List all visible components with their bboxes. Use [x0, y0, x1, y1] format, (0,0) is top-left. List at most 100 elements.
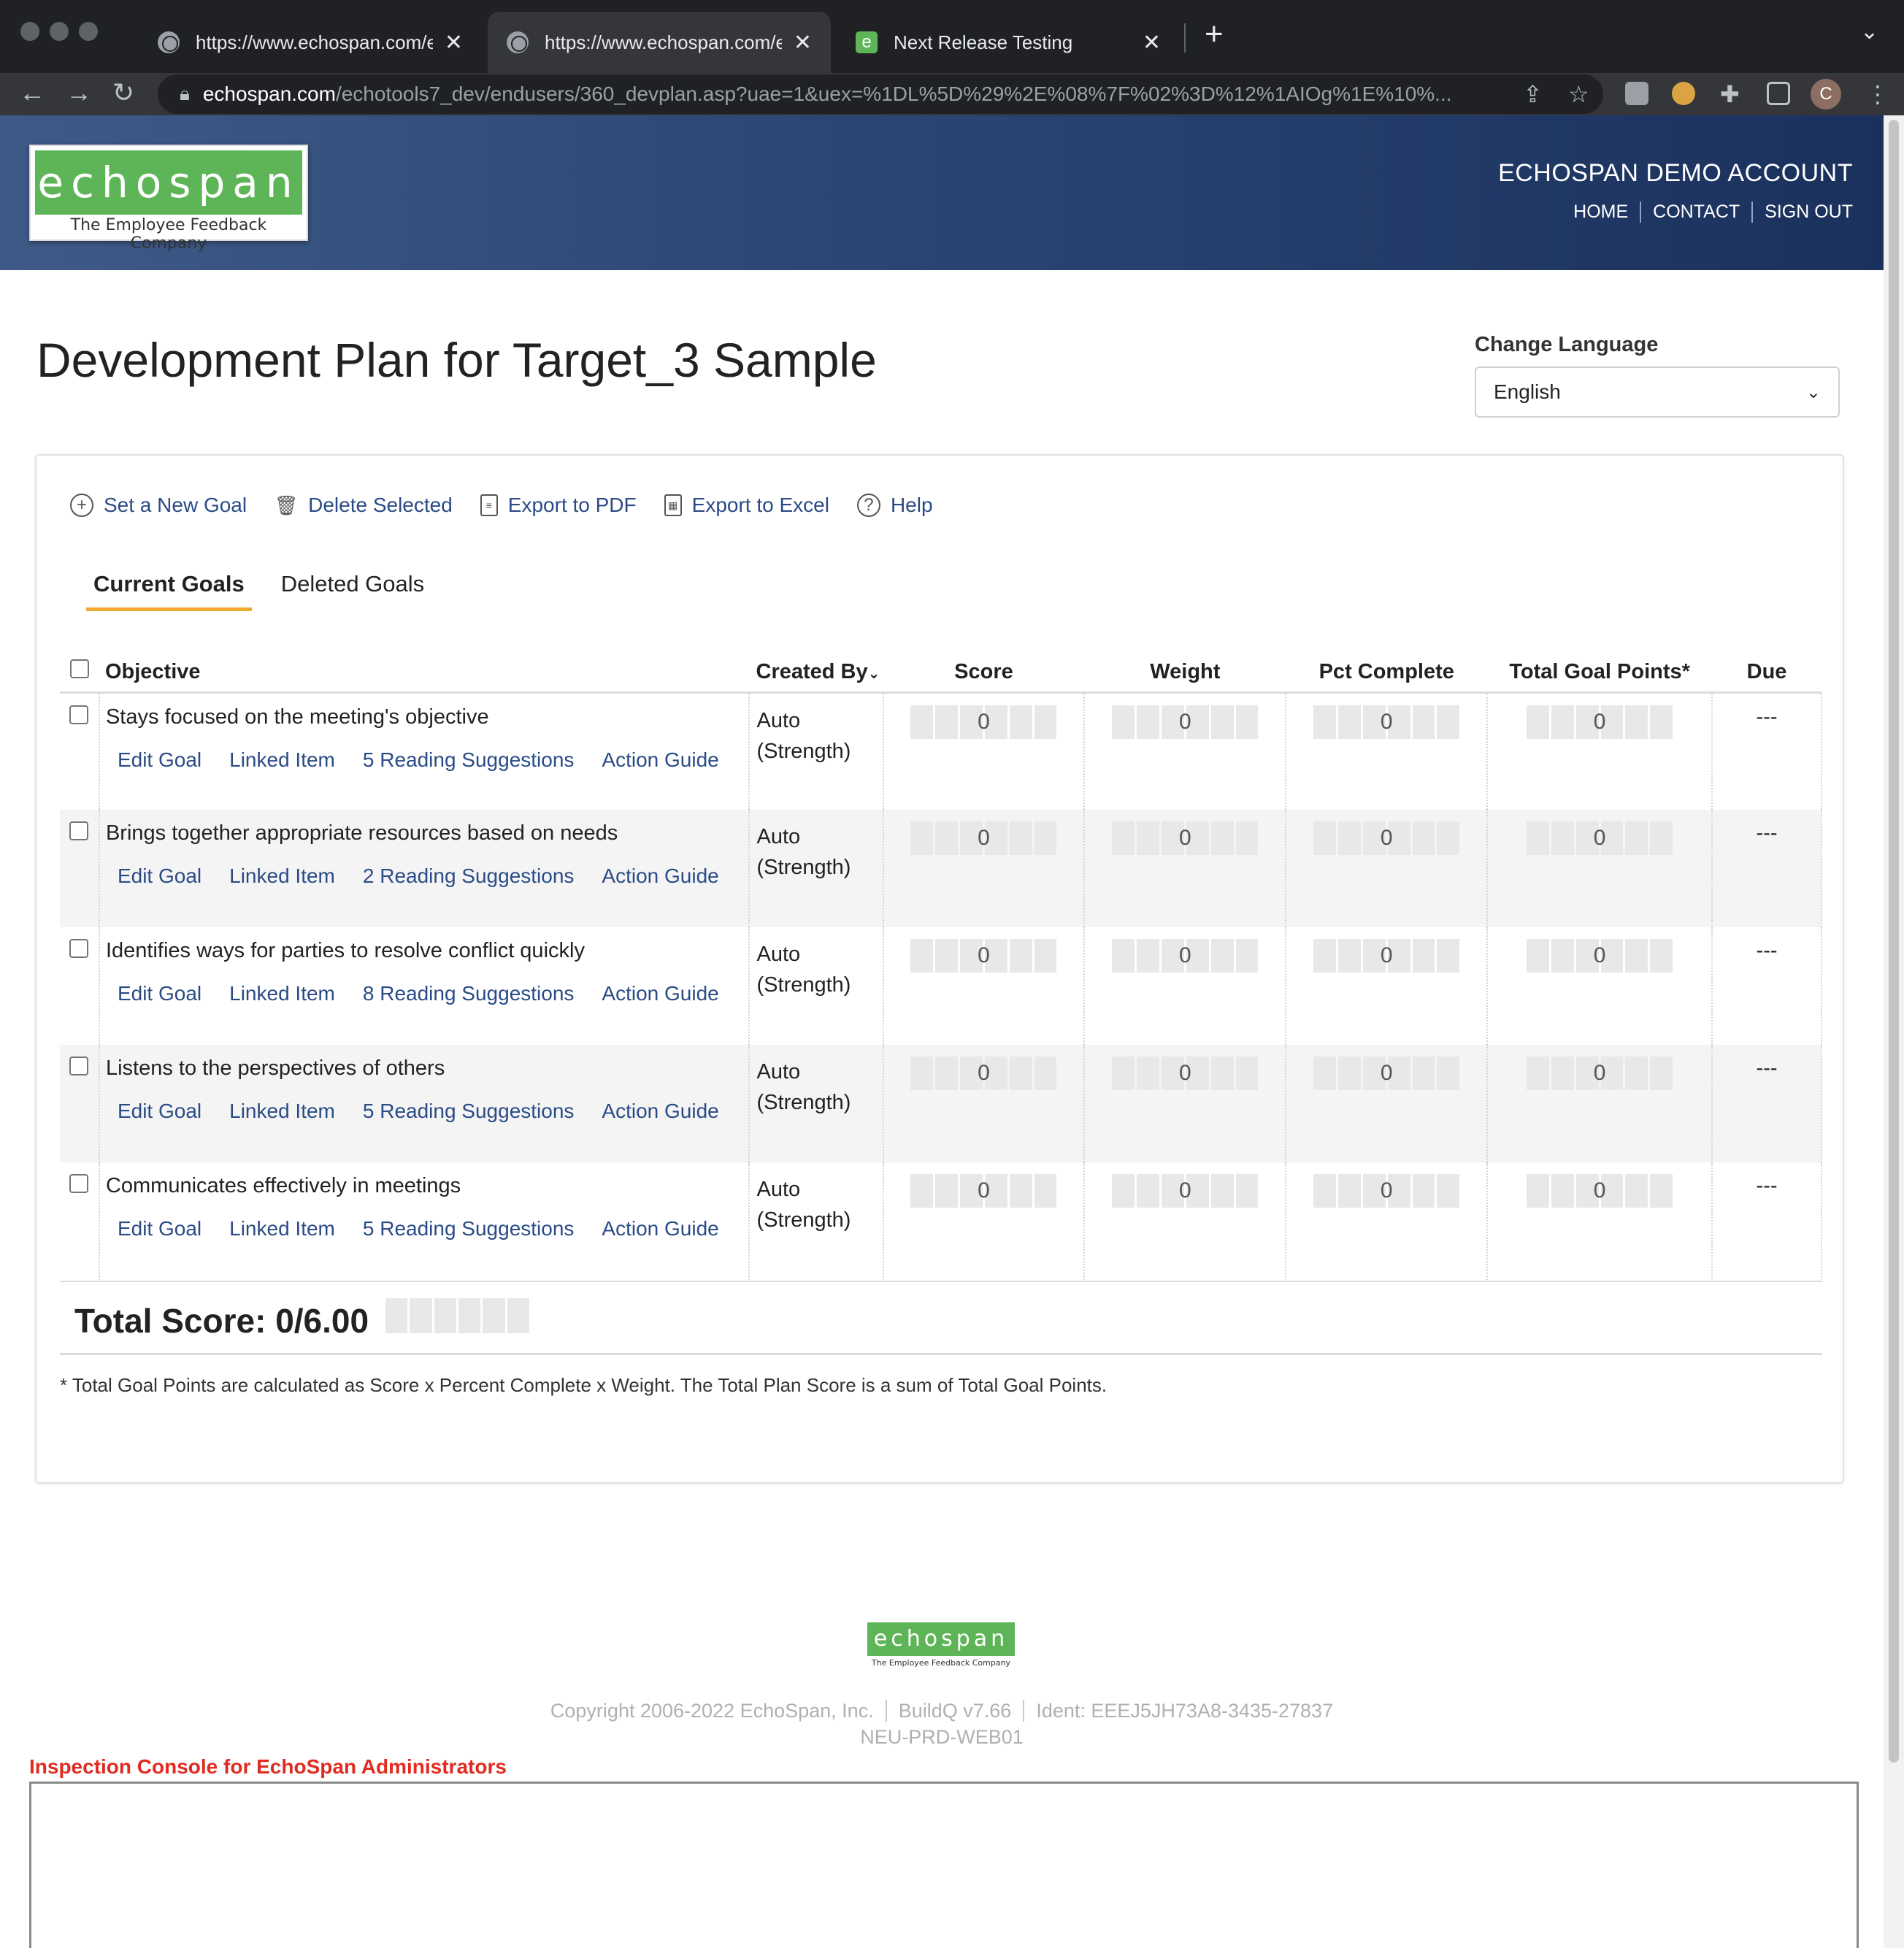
created-by-cell: Auto (Strength): [748, 810, 883, 927]
reading-suggestions-link[interactable]: 5 Reading Suggestions: [363, 748, 575, 772]
build-text: BuildQ v7.66: [885, 1700, 1024, 1722]
created-by-type: (Strength): [756, 973, 851, 997]
weight-meter: 0: [1112, 705, 1259, 739]
export-pdf-button[interactable]: ≡ Export to PDF: [480, 494, 637, 517]
table-row: Listens to the perspectives of others Ed…: [60, 1045, 1822, 1162]
profile-avatar[interactable]: C: [1811, 79, 1841, 110]
created-by-cell: Auto (Strength): [748, 1045, 883, 1162]
goal-links: Edit Goal Linked Item 5 Reading Suggesti…: [100, 1198, 748, 1240]
language-label: Change Language: [1475, 333, 1659, 356]
export-excel-button[interactable]: ▦ Export to Excel: [664, 494, 829, 517]
close-icon[interactable]: ✕: [445, 30, 463, 55]
total-score-meter: [385, 1298, 531, 1333]
linked-item-link[interactable]: Linked Item: [229, 864, 335, 888]
goal-points-cell: 0: [1486, 692, 1713, 810]
window-minimize-dot[interactable]: [50, 22, 69, 41]
window-close-dot[interactable]: [20, 22, 39, 41]
extension-icon[interactable]: [1625, 82, 1648, 105]
nav-home-link[interactable]: HOME: [1562, 202, 1640, 223]
tab-title: https://www.echospan.com/echotools7_dev/…: [545, 31, 782, 53]
inspection-console[interactable]: [29, 1782, 1859, 1948]
linked-item-link[interactable]: Linked Item: [229, 748, 335, 772]
echospan-logo[interactable]: echospan The Employee Feedback Company: [29, 145, 308, 253]
chevron-down-icon: ⌄: [867, 665, 880, 682]
edit-goal-link[interactable]: Edit Goal: [118, 1217, 201, 1240]
reading-suggestions-link[interactable]: 5 Reading Suggestions: [363, 1217, 575, 1240]
row-checkbox[interactable]: [69, 1057, 89, 1075]
linked-item-link[interactable]: Linked Item: [229, 1100, 335, 1123]
delete-selected-button[interactable]: 🗑︎ Delete Selected: [275, 494, 453, 517]
reload-icon[interactable]: ↻: [112, 77, 134, 108]
address-bar[interactable]: 🔒︎ echospan.com /echotools7_dev/endusers…: [158, 74, 1603, 114]
pct-complete-value: 0: [1380, 943, 1393, 967]
nav-contact-link[interactable]: CONTACT: [1640, 202, 1751, 223]
puzzle-icon[interactable]: ✚: [1720, 80, 1740, 108]
window-zoom-dot[interactable]: [79, 22, 98, 41]
browser-tab-3[interactable]: e Next Release Testing ✕: [837, 12, 1180, 73]
row-select-cell: [60, 927, 99, 1045]
help-button[interactable]: ? Help: [856, 494, 933, 517]
new-tab-button[interactable]: +: [1205, 16, 1224, 53]
score-meter: 0: [910, 1174, 1057, 1208]
nav-sign-out-link[interactable]: SIGN OUT: [1751, 202, 1853, 223]
row-checkbox[interactable]: [69, 821, 89, 840]
edit-goal-link[interactable]: Edit Goal: [118, 864, 201, 888]
star-icon[interactable]: ☆: [1568, 80, 1589, 108]
objective-text: Stays focused on the meeting's objective: [105, 705, 489, 729]
back-arrow-icon[interactable]: ←: [19, 77, 45, 108]
set-new-goal-button[interactable]: + Set a New Goal: [70, 494, 247, 517]
select-all-checkbox[interactable]: [69, 659, 89, 678]
tab-deleted-goals[interactable]: Deleted Goals: [274, 571, 431, 611]
objective-cell: Brings together appropriate resources ba…: [98, 810, 749, 927]
pct-complete-meter: 0: [1313, 821, 1460, 855]
close-icon[interactable]: ✕: [794, 30, 812, 55]
browser-tab-2[interactable]: https://www.echospan.com/echotools7_dev/…: [488, 12, 831, 73]
echospan-e-icon: e: [856, 31, 878, 53]
edit-goal-link[interactable]: Edit Goal: [118, 982, 201, 1005]
close-icon[interactable]: ✕: [1143, 30, 1161, 55]
edit-goal-link[interactable]: Edit Goal: [118, 748, 201, 772]
forward-arrow-icon[interactable]: →: [66, 77, 92, 108]
score-cell: 0: [882, 692, 1085, 810]
column-created-by[interactable]: Created By⌄: [748, 653, 883, 694]
table-row: Identifies ways for parties to resolve c…: [60, 927, 1822, 1045]
objective-cell: Stays focused on the meeting's objective…: [98, 692, 749, 810]
goal-links: Edit Goal Linked Item 5 Reading Suggesti…: [100, 1081, 748, 1123]
kebab-menu-icon[interactable]: ⋮: [1866, 80, 1889, 108]
share-icon[interactable]: ⇪: [1523, 80, 1543, 108]
tab-divider: [1184, 23, 1186, 53]
edit-goal-link[interactable]: Edit Goal: [118, 1100, 201, 1123]
row-checkbox[interactable]: [69, 705, 89, 724]
action-guide-link[interactable]: Action Guide: [602, 1100, 718, 1123]
action-guide-link[interactable]: Action Guide: [602, 864, 718, 888]
objective-cell: Listens to the perspectives of others Ed…: [98, 1045, 749, 1162]
chevron-down-icon: ⌄: [1805, 382, 1821, 402]
url-path: /echotools7_dev/endusers/360_devplan.asp…: [335, 83, 1452, 105]
due-cell: ---: [1711, 927, 1822, 1045]
action-guide-link[interactable]: Action Guide: [602, 748, 718, 772]
column-score: Score: [883, 653, 1085, 694]
row-checkbox[interactable]: [69, 939, 89, 958]
tab-current-goals[interactable]: Current Goals: [86, 571, 252, 611]
reading-suggestions-link[interactable]: 5 Reading Suggestions: [363, 1100, 575, 1123]
row-checkbox[interactable]: [69, 1174, 89, 1193]
action-guide-link[interactable]: Action Guide: [602, 982, 718, 1005]
reading-suggestions-link[interactable]: 2 Reading Suggestions: [363, 864, 575, 888]
language-select[interactable]: English ⌄: [1475, 367, 1840, 418]
total-score: Total Score: 0/6.00: [74, 1302, 369, 1340]
account-name: ECHOSPAN DEMO ACCOUNT: [1498, 159, 1853, 187]
linked-item-link[interactable]: Linked Item: [229, 1217, 335, 1240]
browser-toolbar: ← → ↻ 🔒︎ echospan.com /echotools7_dev/en…: [0, 73, 1904, 115]
scrollbar-thumb[interactable]: [1889, 120, 1899, 1763]
weight-cell: 0: [1083, 1045, 1286, 1162]
chevron-down-icon[interactable]: ⌄: [1860, 19, 1878, 45]
cookie-icon[interactable]: [1672, 82, 1695, 105]
browser-tab-1[interactable]: https://www.echospan.com/echotools7_dev/…: [139, 12, 482, 73]
linked-item-link[interactable]: Linked Item: [229, 982, 335, 1005]
spreadsheet-icon: ▦: [664, 494, 682, 516]
page-scrollbar[interactable]: [1884, 115, 1904, 1948]
reading-suggestions-link[interactable]: 8 Reading Suggestions: [363, 982, 575, 1005]
score-meter: 0: [910, 821, 1057, 855]
action-guide-link[interactable]: Action Guide: [602, 1217, 718, 1240]
side-panel-icon[interactable]: [1767, 82, 1790, 105]
